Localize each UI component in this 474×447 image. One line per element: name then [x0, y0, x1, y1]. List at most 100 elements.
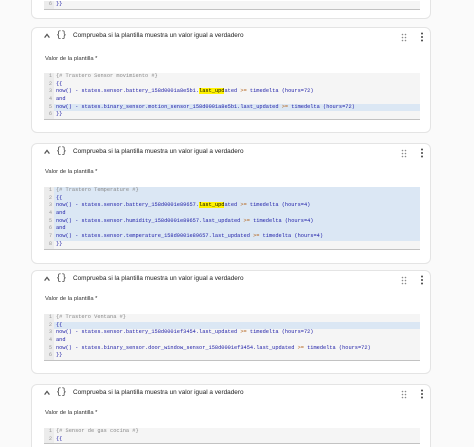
line-number: 5	[44, 103, 54, 112]
code-token: ated	[224, 88, 241, 95]
more-vertical-icon[interactable]	[420, 32, 424, 42]
code-line: 5 now() - states.binary_sensor.door_windo…	[44, 344, 420, 353]
condition-card-trastero-ventana: {} Comprueba si la plantilla muestra un …	[31, 270, 431, 374]
card-header[interactable]: {} Comprueba si la plantilla muestra un …	[32, 271, 430, 291]
code-token: timedelta (hours=4)	[259, 233, 324, 240]
code-line: 4 and	[44, 96, 420, 104]
condition-card-partial: 6 }}	[31, 0, 431, 19]
chevron-up-icon[interactable]	[43, 389, 51, 397]
code-token: }}	[56, 111, 63, 118]
code-token: {{	[56, 321, 63, 328]
line-code: now() - states.binary_sensor.door_window…	[56, 345, 371, 353]
card-title: Comprueba si la plantilla muestra un val…	[73, 148, 244, 155]
more-vertical-icon[interactable]	[420, 389, 424, 399]
code-token: and	[56, 225, 66, 232]
code-token: {# Trastero Sensor movimiento #}	[56, 73, 158, 79]
line-number: 4	[44, 337, 54, 345]
code-token: now() - states.binary_sensor.door_window…	[56, 344, 298, 351]
code-line: 4 and	[44, 210, 420, 218]
code-token: {{	[56, 435, 63, 442]
line-code: {{	[56, 322, 62, 330]
line-code: and	[56, 225, 66, 233]
code-line: 2{{	[44, 321, 420, 330]
card-header[interactable]: {} Comprueba si la plantilla muestra un …	[32, 28, 430, 48]
code-line: 1 {# Trastero Ventana #}	[44, 314, 420, 322]
code-line: 2{{	[44, 80, 420, 89]
code-line: 1 {# Trastero Sensor movimiento #}	[44, 73, 420, 81]
drag-handle-icon[interactable]	[401, 390, 407, 399]
line-code: {# Trastero Temperature #}	[56, 187, 139, 195]
code-token: ated	[224, 202, 241, 209]
more-vertical-icon[interactable]	[420, 148, 424, 158]
drag-handle-icon[interactable]	[401, 33, 407, 42]
card-title: Comprueba si la plantilla muestra un val…	[73, 32, 244, 39]
code-line: 2{{	[44, 194, 420, 203]
code-token: timedelta (hours=72)	[246, 329, 314, 336]
chevron-up-icon[interactable]	[43, 148, 51, 156]
code-token: and	[56, 210, 66, 217]
chevron-up-icon[interactable]	[43, 275, 51, 283]
line-number: 5	[44, 344, 54, 353]
line-number: 2	[44, 194, 54, 203]
template-editor[interactable]: 1 {# Trastero Temperature #} 2{{3 now() - s…	[44, 187, 420, 250]
line-code: {{	[56, 436, 62, 444]
line-number: 7	[44, 233, 54, 241]
template-editor[interactable]: 1 {# Trastero Ventana #} 2{{3 now() - state…	[44, 314, 420, 362]
code-token: {{	[56, 80, 63, 87]
more-vertical-icon[interactable]	[420, 275, 424, 285]
line-code: and	[56, 337, 66, 345]
line-code: {# Sensor de gas cocina #}	[56, 428, 139, 436]
line-number: 2	[44, 321, 54, 330]
card-title: Comprueba si la plantilla muestra un val…	[73, 389, 244, 396]
line-number: 3	[44, 202, 54, 211]
code-line: 6 }}	[44, 1, 420, 9]
code-token: and	[56, 96, 66, 103]
code-token: {# Trastero Ventana #}	[56, 314, 126, 320]
line-code: now() - states.sensor.battery_158d0001a8…	[56, 88, 314, 96]
code-token: timedelta (hours=72)	[303, 344, 371, 351]
line-code: }}	[56, 352, 62, 360]
line-number: 6	[44, 111, 54, 120]
code-line: 5 now() - states.sensor.humidity_158d0001…	[44, 217, 420, 226]
drag-handle-icon[interactable]	[401, 276, 407, 285]
field-label: Valor de la plantilla *	[45, 410, 98, 416]
card-header[interactable]: {} Comprueba si la plantilla muestra un …	[32, 144, 430, 164]
template-editor[interactable]: 1 {# Trastero Sensor movimiento #} 2{{3 now…	[44, 73, 420, 121]
line-number: 1	[44, 428, 54, 436]
drag-handle-icon[interactable]	[401, 149, 407, 158]
line-code: and	[56, 210, 66, 218]
line-code: and	[56, 96, 66, 104]
code-line: 6}}	[44, 111, 420, 120]
card-title: Comprueba si la plantilla muestra un val…	[73, 275, 244, 282]
code-token: timedelta (hours=4)	[246, 202, 311, 209]
line-code: }}	[56, 241, 62, 249]
braces-icon: {}	[56, 273, 67, 283]
chevron-up-icon[interactable]	[43, 32, 51, 40]
template-editor[interactable]: 6 }}	[44, 1, 420, 10]
line-number: 6	[44, 1, 54, 9]
line-number: 2	[44, 435, 54, 444]
code-line: 7 now() - states.sensor.temperature_158d0…	[44, 233, 420, 241]
line-code: {{	[56, 81, 62, 89]
code-line: 1 {# Trastero Temperature #}	[44, 187, 420, 195]
line-code: now() - states.sensor.battery_158d0001e8…	[56, 202, 310, 210]
search-match: last_upd	[199, 88, 225, 95]
code-line: 3 now() - states.sensor.battery_158d0001e…	[44, 202, 420, 211]
code-token: {# Trastero Temperature #}	[56, 187, 139, 193]
code-line: 8}}	[44, 240, 420, 249]
line-number: 4	[44, 96, 54, 104]
line-code: }}	[56, 1, 63, 7]
code-line: 4 and	[44, 337, 420, 345]
card-header[interactable]: {} Comprueba si la plantilla muestra un …	[32, 385, 430, 405]
condition-card-trastero-movimiento: {} Comprueba si la plantilla muestra un …	[31, 27, 431, 133]
line-number: 1	[44, 187, 54, 195]
field-label: Valor de la plantilla *	[45, 56, 98, 62]
code-token: timedelta (hours=72)	[246, 88, 314, 95]
code-token: now() - states.binary_sensor.motion_sens…	[56, 103, 282, 110]
line-code: now() - states.sensor.battery_158d0001ef…	[56, 329, 314, 337]
line-number: 8	[44, 240, 54, 249]
line-number: 3	[44, 88, 54, 97]
line-code: now() - states.sensor.temperature_158d00…	[56, 233, 323, 241]
field-label: Valor de la plantilla *	[45, 169, 98, 175]
template-editor[interactable]: 1 {# Sensor de gas cocina #} 2{{	[44, 428, 420, 445]
